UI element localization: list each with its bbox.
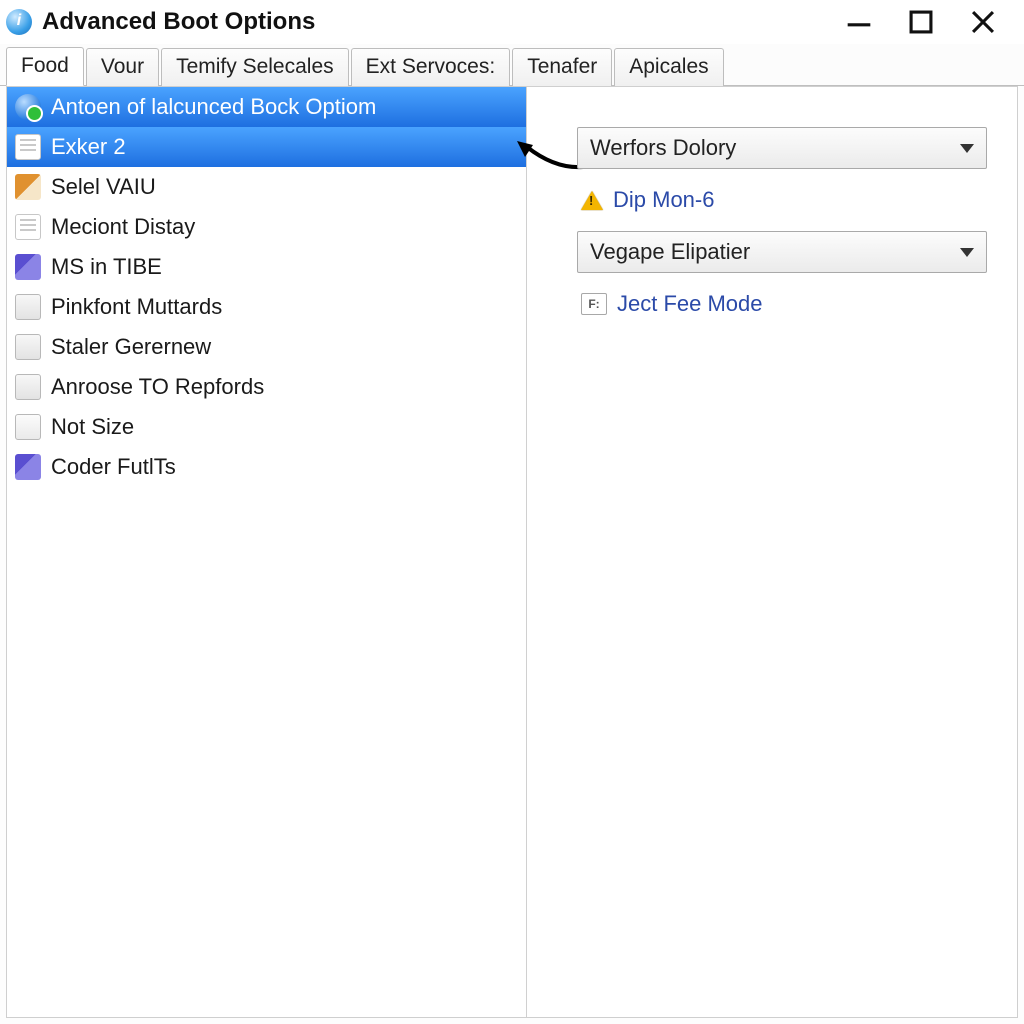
tab-strip: Food Vour Temify Selecales Ext Servoces:… xyxy=(0,44,1024,86)
tab-label: Temify Selecales xyxy=(176,55,334,78)
list-item[interactable]: Selel VAIU xyxy=(7,167,526,207)
dropdown-value: Werfors Dolory xyxy=(590,135,736,161)
window-title: Advanced Boot Options xyxy=(42,8,315,36)
list-item-label: Selel VAIU xyxy=(51,174,156,200)
dropdown-werfors[interactable]: Werfors Dolory xyxy=(577,127,987,169)
folder-icon xyxy=(15,334,41,360)
list-item-label: MS in TIBE xyxy=(51,254,162,280)
list-item-label: Exker 2 xyxy=(51,134,126,160)
list-item[interactable]: Coder FutlTs xyxy=(7,447,526,487)
tab-ext-servoces[interactable]: Ext Servoces: xyxy=(351,48,511,86)
tab-vour[interactable]: Vour xyxy=(86,48,159,86)
link-label: Dip Mon-6 xyxy=(613,187,714,213)
list-item-label: Pinkfont Muttards xyxy=(51,294,222,320)
keyboard-key-icon: F: xyxy=(581,293,607,315)
list-item-label: Not Size xyxy=(51,414,134,440)
size-icon xyxy=(15,414,41,440)
list-item-label: Meciont Distay xyxy=(51,214,195,240)
app-window: Advanced Boot Options Food Vour Temify S… xyxy=(0,0,1024,1024)
edit-icon xyxy=(15,454,41,480)
minimize-button[interactable] xyxy=(842,5,876,39)
list-item-label: Staler Gerernew xyxy=(51,334,211,360)
chevron-down-icon xyxy=(960,248,974,257)
mode-link[interactable]: F: Ject Fee Mode xyxy=(577,291,987,317)
tab-label: Vour xyxy=(101,55,144,78)
window-controls xyxy=(842,5,1018,39)
globe-check-icon xyxy=(15,94,41,120)
warning-icon xyxy=(581,191,603,210)
warning-link[interactable]: Dip Mon-6 xyxy=(577,187,987,213)
list-item[interactable]: Antoen of lalcunced Bock Optiom xyxy=(7,87,526,127)
content-area: Antoen of lalcunced Bock Optiom Exker 2 … xyxy=(6,86,1018,1018)
document-icon xyxy=(15,134,41,160)
close-button[interactable] xyxy=(966,5,1000,39)
list-item[interactable]: Meciont Distay xyxy=(7,207,526,247)
maximize-button[interactable] xyxy=(904,5,938,39)
titlebar: Advanced Boot Options xyxy=(0,0,1024,44)
tab-food[interactable]: Food xyxy=(6,47,84,86)
image-icon xyxy=(15,174,41,200)
details-pane: Werfors Dolory Dip Mon-6 Vegape Elipatie… xyxy=(527,87,1017,1017)
list-item-label: Coder FutlTs xyxy=(51,454,176,480)
list-item[interactable]: Exker 2 xyxy=(7,127,526,167)
tab-temify[interactable]: Temify Selecales xyxy=(161,48,349,86)
tab-label: Apicales xyxy=(629,55,708,78)
tab-apicales[interactable]: Apicales xyxy=(614,48,723,86)
list-item-label: Anroose TO Repfords xyxy=(51,374,264,400)
chevron-down-icon xyxy=(960,144,974,153)
list-item[interactable]: Pinkfont Muttards xyxy=(7,287,526,327)
list-item[interactable]: Not Size xyxy=(7,407,526,447)
link-label: Ject Fee Mode xyxy=(617,291,763,317)
info-icon xyxy=(6,9,32,35)
dropdown-value: Vegape Elipatier xyxy=(590,239,750,265)
tab-label: Food xyxy=(21,54,69,77)
document-icon xyxy=(15,214,41,240)
options-list: Antoen of lalcunced Bock Optiom Exker 2 … xyxy=(7,87,527,1017)
list-item[interactable]: Staler Gerernew xyxy=(7,327,526,367)
edit-icon xyxy=(15,254,41,280)
list-item[interactable]: Anroose TO Repfords xyxy=(7,367,526,407)
dropdown-vegape[interactable]: Vegape Elipatier xyxy=(577,231,987,273)
tab-label: Tenafer xyxy=(527,55,597,78)
folder-icon xyxy=(15,294,41,320)
folder-icon xyxy=(15,374,41,400)
tab-tenafer[interactable]: Tenafer xyxy=(512,48,612,86)
list-item-label: Antoen of lalcunced Bock Optiom xyxy=(51,94,376,120)
list-item[interactable]: MS in TIBE xyxy=(7,247,526,287)
tab-label: Ext Servoces: xyxy=(366,55,496,78)
